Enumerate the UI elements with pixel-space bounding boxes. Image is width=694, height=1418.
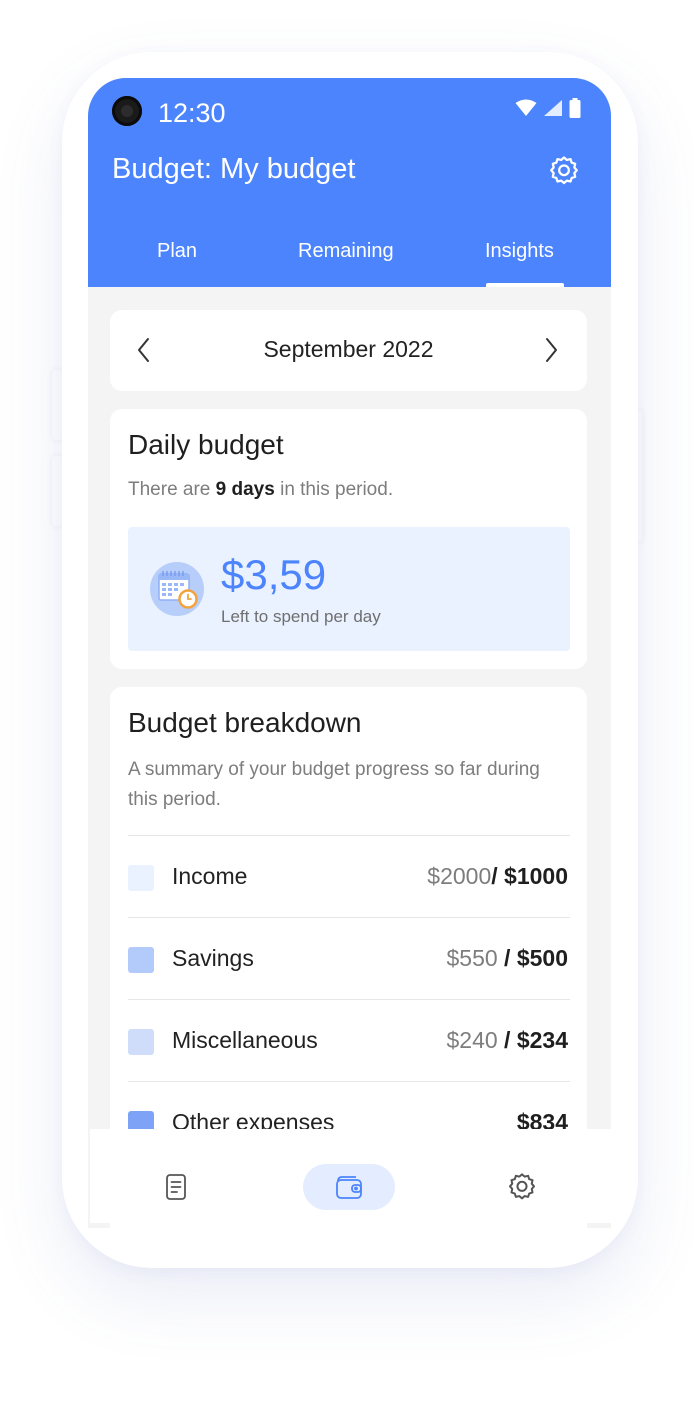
settings-gear-icon[interactable] [547, 154, 581, 188]
bottom-navigation [90, 1129, 612, 1223]
breakdown-row-income[interactable]: Income $2000/ $1000 [128, 835, 570, 917]
savings-swatch [128, 947, 154, 973]
status-time: 12:30 [158, 98, 226, 128]
daily-budget-title: Daily budget [128, 429, 284, 460]
subtitle-suffix: in this period. [274, 479, 394, 500]
gear-icon [509, 1173, 535, 1200]
battery-icon [569, 98, 581, 118]
miscellaneous-swatch [128, 1029, 154, 1055]
breakdown-title: Budget breakdown [128, 707, 362, 738]
period-label: September 2022 [263, 336, 434, 362]
row-label: Income [172, 863, 248, 889]
breakdown-subtitle: A summary of your budget progress so far… [128, 759, 540, 810]
tab-insights[interactable]: Insights [485, 240, 554, 263]
total-value: $234 [516, 1027, 568, 1053]
nav-wallet[interactable] [303, 1164, 395, 1210]
daily-budget-card: Daily budget There are 9 days in this pe… [110, 409, 587, 669]
document-icon [166, 1174, 186, 1200]
camera-cutout [112, 96, 142, 126]
tab-bar: Plan Remaining Insights [88, 228, 611, 287]
period-selector: September 2022 [110, 310, 587, 391]
app-header: 12:30 Budget: My budget Plan Remaining I… [88, 78, 611, 287]
signal-icon [544, 100, 562, 116]
row-value: $240 / $234 [446, 1027, 568, 1054]
spent-value: $240 [446, 1027, 498, 1053]
wifi-icon [515, 99, 537, 116]
active-tab-indicator [486, 283, 564, 287]
value-separator: / [491, 863, 505, 889]
calendar-clock-icon [150, 562, 204, 616]
tab-plan[interactable]: Plan [157, 240, 197, 263]
page-title: Budget: My budget [112, 153, 356, 185]
status-icons [515, 98, 581, 118]
total-value: $1000 [504, 863, 568, 889]
total-value: $500 [516, 945, 568, 971]
daily-budget-subtitle: There are 9 days in this period. [128, 479, 393, 501]
nav-settings[interactable] [476, 1164, 568, 1210]
tab-remaining[interactable]: Remaining [298, 240, 394, 263]
row-label: Savings [172, 945, 254, 971]
value-separator: / [497, 945, 517, 971]
app-screen: 12:30 Budget: My budget Plan Remaining I… [88, 78, 611, 1228]
days-count: 9 days [215, 479, 275, 500]
daily-amount-box: $3,59 Left to spend per day [128, 527, 570, 651]
row-value: $2000/ $1000 [427, 863, 568, 890]
daily-amount-caption: Left to spend per day [221, 607, 381, 626]
breakdown-row-miscellaneous[interactable]: Miscellaneous $240 / $234 [128, 999, 570, 1081]
spent-value: $550 [446, 945, 498, 971]
row-value: $550 / $500 [446, 945, 568, 972]
daily-amount: $3,59 [221, 551, 327, 598]
value-separator: / [497, 1027, 517, 1053]
income-swatch [128, 865, 154, 891]
subtitle-prefix: There are [128, 479, 216, 500]
spent-value: $2000 [427, 863, 492, 889]
chevron-right-icon[interactable] [539, 336, 563, 364]
breakdown-row-savings[interactable]: Savings $550 / $500 [128, 917, 570, 999]
nav-documents[interactable] [130, 1164, 222, 1210]
row-label: Miscellaneous [172, 1027, 318, 1053]
wallet-icon [336, 1176, 362, 1199]
